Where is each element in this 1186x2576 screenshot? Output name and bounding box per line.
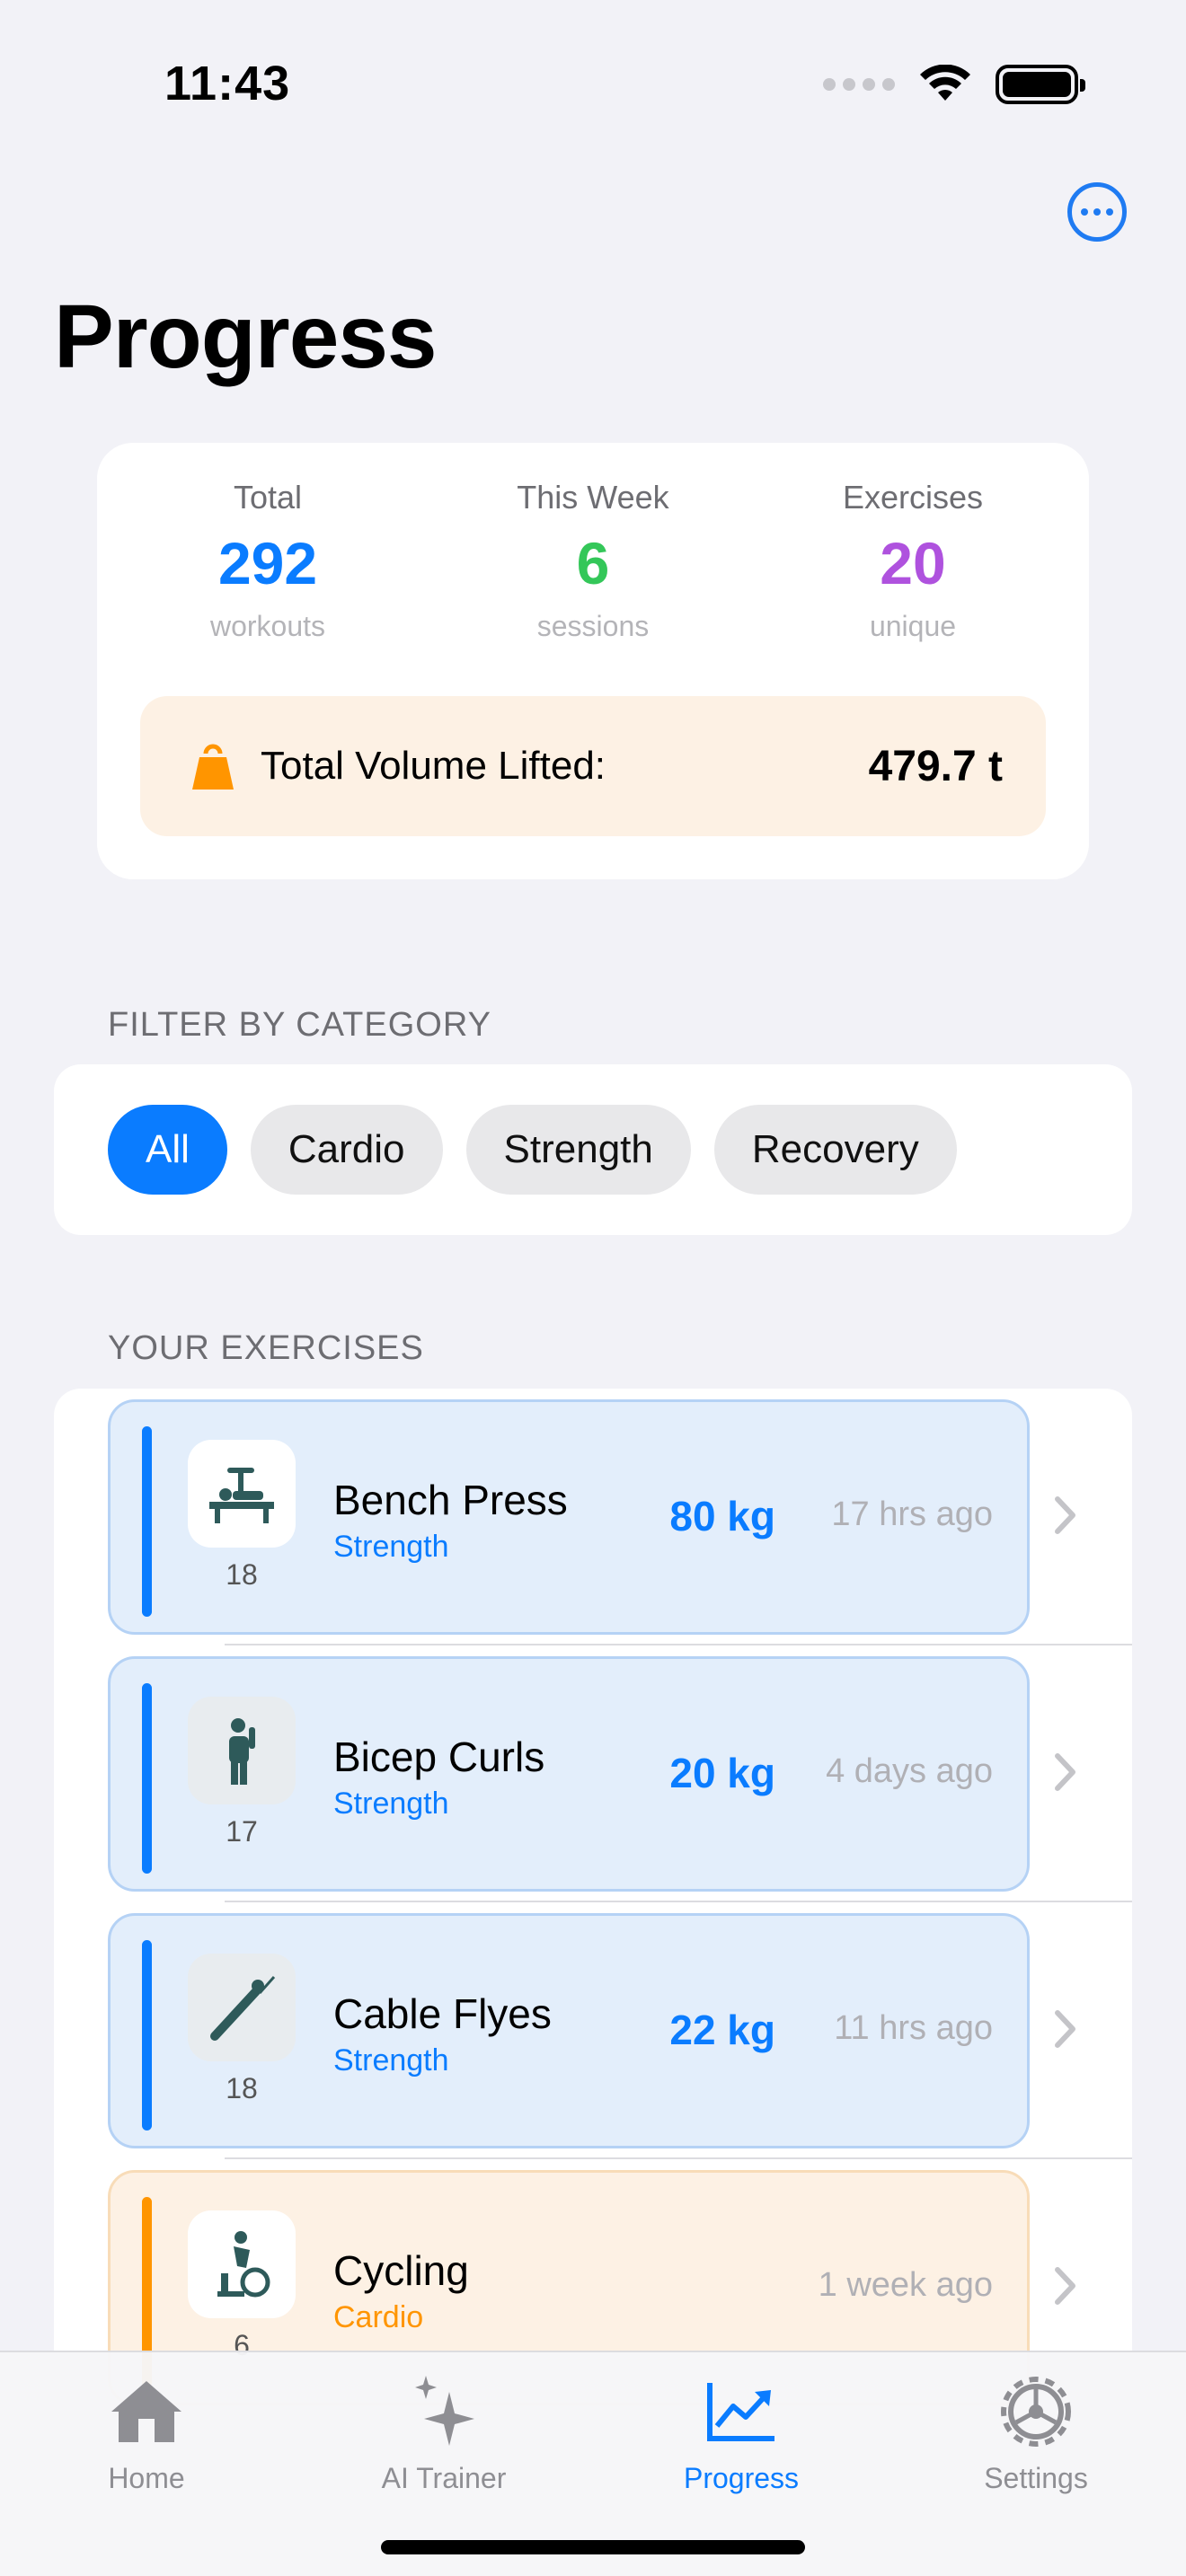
tab-home[interactable]: Home [39, 2370, 254, 2495]
stat-exercises-label: Exercises [842, 479, 984, 516]
chevron-right-icon [1055, 2267, 1075, 2305]
category-color-bar [142, 1940, 152, 2130]
stat-total-value: 292 [217, 530, 318, 596]
exercise-name: Cycling [333, 2247, 469, 2294]
category-color-bar [142, 1683, 152, 1874]
chart-line-uptrend-icon [707, 2383, 774, 2441]
filter-chip-recovery[interactable]: Recovery [713, 1105, 957, 1195]
chevron-right-icon [1055, 1496, 1075, 1534]
tab-ai-trainer[interactable]: AI Trainer [336, 2370, 552, 2495]
category-color-bar [142, 1426, 152, 1617]
gear-icon [1001, 2377, 1071, 2447]
exercise-count: 18 [226, 2072, 258, 2104]
filter-chip-cardio[interactable]: Cardio [250, 1105, 443, 1195]
cable-flyes-icon [188, 1954, 296, 2061]
stat-this-week: This Week 6 sessions [440, 479, 746, 643]
cellular-signal-icon [823, 78, 895, 91]
stat-total-label: Total [233, 479, 303, 516]
exercise-last-time: 1 week ago [818, 2266, 993, 2304]
home-indicator [381, 2540, 805, 2554]
exercise-count: 17 [226, 1815, 258, 1848]
more-options-button[interactable] [1067, 182, 1127, 242]
tab-progress-label: Progress [683, 2462, 800, 2494]
stat-week-label: This Week [517, 479, 669, 516]
tab-settings-label: Settings [984, 2462, 1088, 2494]
wifi-icon [920, 65, 970, 101]
exercise-name: Bicep Curls [333, 1734, 545, 1780]
exercise-last-time: 4 days ago [826, 1752, 993, 1790]
exercise-category: Strength [333, 1530, 449, 1564]
tab-progress[interactable]: Progress [633, 2370, 849, 2495]
stat-exercises: Exercises 20 unique [760, 479, 1066, 643]
filter-chip-all[interactable]: All [108, 1105, 227, 1195]
total-volume-label: Total Volume Lifted: [261, 744, 606, 788]
exercise-last-time: 17 hrs ago [831, 1495, 993, 1533]
page-title: Progress [54, 287, 438, 387]
total-volume-banner: Total Volume Lifted: 479.7 t [140, 696, 1046, 836]
exercise-category: Strength [333, 1786, 449, 1821]
category-filter: All Cardio Strength Recovery [54, 1064, 1132, 1235]
exercises-section-header: YOUR EXERCISES [108, 1329, 424, 1367]
battery-icon [996, 65, 1085, 104]
progress-screen: 11:43 Progress Total 292 workouts This W… [0, 0, 1186, 2576]
stats-summary-card: Total 292 workouts This Week 6 sessions … [97, 443, 1089, 879]
filter-section-header: FILTER BY CATEGORY [108, 1006, 491, 1044]
stat-week-sub: sessions [536, 610, 650, 642]
exercise-row-bicep-curls[interactable]: 17 Bicep Curls Strength 20 kg 4 days ago [54, 1645, 1132, 1902]
tab-home-label: Home [108, 2462, 185, 2494]
exercise-name: Cable Flyes [333, 1990, 552, 2037]
tab-settings[interactable]: Settings [928, 2370, 1144, 2495]
chevron-right-icon [1055, 1753, 1075, 1791]
kettlebell-icon [192, 744, 234, 790]
stat-exercises-value: 20 [880, 530, 946, 596]
chevron-right-icon [1055, 2010, 1075, 2048]
stat-total-sub: workouts [209, 610, 326, 642]
filter-chip-strength[interactable]: Strength [465, 1105, 691, 1195]
exercise-weight: 20 kg [669, 1750, 775, 1796]
stat-week-value: 6 [576, 530, 610, 596]
exercise-category: Cardio [333, 2300, 424, 2334]
house-icon [111, 2381, 181, 2442]
exercise-category: Strength [333, 2043, 449, 2078]
stat-exercises-sub: unique [869, 610, 957, 642]
ellipsis-icon [1081, 208, 1088, 216]
exercise-row-cable-flyes[interactable]: 18 Cable Flyes Strength 22 kg 11 hrs ago [54, 1902, 1132, 2159]
sparkles-icon [415, 2376, 474, 2446]
bench-press-icon [188, 1440, 296, 1548]
exercise-row-bench-press[interactable]: 18 Bench Press Strength 80 kg 17 hrs ago [54, 1389, 1132, 1645]
status-time: 11:43 [164, 57, 291, 110]
exercise-name: Bench Press [333, 1477, 568, 1523]
stat-total: Total 292 workouts [115, 479, 420, 643]
cycling-icon [188, 2210, 296, 2318]
total-volume-value: 479.7 t [868, 742, 1003, 790]
status-icons [823, 65, 1085, 104]
exercise-count: 18 [226, 1558, 258, 1591]
exercise-weight: 22 kg [669, 2007, 775, 2053]
exercise-last-time: 11 hrs ago [834, 2009, 993, 2047]
tab-ai-trainer-label: AI Trainer [381, 2462, 507, 2494]
bicep-curl-icon [188, 1697, 296, 1804]
exercise-weight: 80 kg [669, 1493, 775, 1539]
